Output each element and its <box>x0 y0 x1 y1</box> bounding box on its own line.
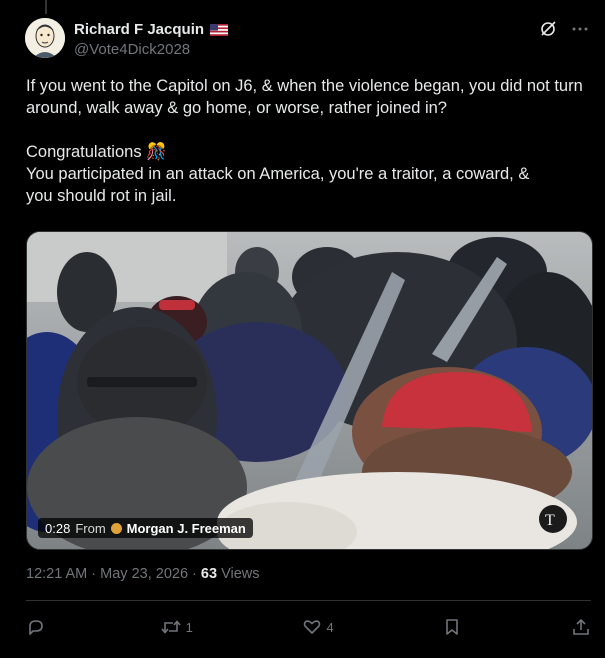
action-bar: 1 4 <box>26 613 591 641</box>
share-icon <box>573 618 589 635</box>
video-from-label: From <box>75 520 106 536</box>
tweet-meta: 12:21 AM · May 23, 2026 · 63 Views <box>26 566 260 582</box>
reply-icon <box>29 620 43 635</box>
retweet-icon <box>161 620 181 634</box>
divider <box>26 600 591 601</box>
bookmark-icon <box>446 619 459 635</box>
tweet-timestamp[interactable]: 12:21 AM · May 23, 2026 · <box>26 566 201 582</box>
views-label: Views <box>217 566 260 582</box>
video-badge: 0:28 From Morgan J. Freeman <box>38 518 253 538</box>
views-count: 63 <box>200 566 218 582</box>
tweet-text: If you went to the Capitol on J6, & when… <box>26 77 583 205</box>
bookmark-button[interactable] <box>443 617 461 637</box>
us-flag-icon <box>210 23 229 36</box>
heart-icon <box>304 620 321 634</box>
thread-connector-line <box>45 0 47 14</box>
retweet-count: 1 <box>185 619 193 635</box>
reply-button[interactable] <box>26 617 50 637</box>
retweet-button[interactable]: 1 <box>160 617 193 637</box>
author-handle[interactable]: @Vote4Dick2028 <box>74 41 190 58</box>
more-options-icon[interactable] <box>571 20 589 38</box>
svg-text:T: T <box>545 512 555 529</box>
video-source-name[interactable]: Morgan J. Freeman <box>127 521 246 536</box>
avatar[interactable] <box>25 18 65 58</box>
share-button[interactable] <box>571 617 591 637</box>
like-button[interactable]: 4 <box>302 617 334 637</box>
video-duration: 0:28 <box>45 520 71 536</box>
like-count: 4 <box>326 619 334 635</box>
video-frame-image: T <box>27 232 592 549</box>
grok-icon[interactable] <box>539 20 557 38</box>
author-display-name[interactable]: Richard F Jacquin <box>74 21 204 38</box>
video-player[interactable]: T 0:28 From Morgan J. Freeman <box>26 231 593 550</box>
avatar-cartoon-icon <box>25 18 65 58</box>
source-avatar-icon <box>110 522 122 534</box>
